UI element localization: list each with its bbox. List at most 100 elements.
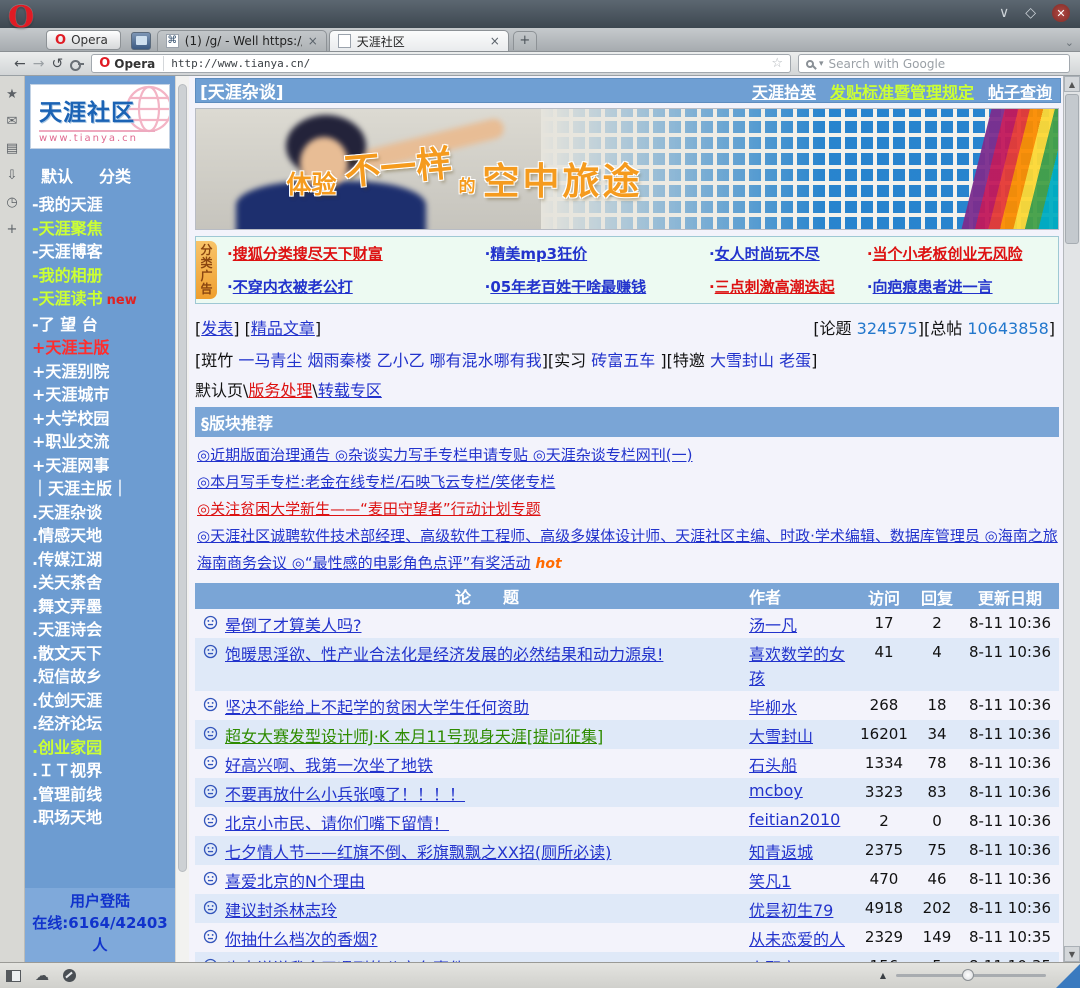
- moderator-segment[interactable]: 一马青尘: [238, 351, 302, 370]
- sidebar-item[interactable]: -我的相册: [32, 264, 175, 288]
- sidebar-item[interactable]: +大学校园: [32, 407, 175, 431]
- topic-author-link[interactable]: 石头船: [749, 752, 855, 776]
- opera-turbo-icon[interactable]: [63, 969, 76, 982]
- topic-title-link[interactable]: 也来说说我今天遇到的公交车事件: [225, 955, 749, 962]
- url-field[interactable]: OOpera http://www.tianya.cn/ ☆: [91, 54, 791, 73]
- announcement-line[interactable]: ◎天涯社区诚聘软件技术部经理、高级软件工程师、高级多媒体设计师、天涯社区主编、时…: [197, 523, 1061, 577]
- sidebar-item[interactable]: .创业家园: [32, 736, 175, 760]
- topic-title-link[interactable]: 北京小市民、请你们嘴下留情！: [225, 810, 749, 834]
- moderator-segment[interactable]: 老蛋: [779, 351, 811, 370]
- moderator-segment[interactable]: 烟雨秦楼: [307, 351, 371, 370]
- board-page-tab[interactable]: 转载专区: [318, 381, 382, 400]
- ad-banner[interactable]: 体验 不一样 的 空中旅途: [195, 108, 1059, 230]
- panel-icon[interactable]: ✉: [7, 115, 18, 129]
- panel-thumbnail-button[interactable]: [131, 32, 151, 50]
- back-button[interactable]: ←: [14, 56, 26, 72]
- ad-link[interactable]: ·当个小老板创业无风险: [867, 243, 1058, 264]
- sidebar-item[interactable]: .天涯诗会: [32, 618, 175, 642]
- publish-link[interactable]: 发表: [201, 319, 233, 338]
- topic-title-link[interactable]: 不要再放什么小兵张嘎了！！！！: [225, 781, 749, 805]
- board-header-link[interactable]: 发贴标准暨管理规定: [830, 79, 974, 103]
- topic-title-link[interactable]: 喜爱北京的N个理由: [225, 868, 749, 892]
- url-text[interactable]: http://www.tianya.cn/: [171, 57, 764, 70]
- topic-author-link[interactable]: 大雪封山: [749, 723, 855, 747]
- sidebar-item[interactable]: .管理前线: [32, 783, 175, 807]
- topic-title-link[interactable]: 饱暖思淫欲、性产业合法化是经济发展的必然结果和动力源泉!: [225, 641, 749, 665]
- sidebar-item[interactable]: +职业交流: [32, 430, 175, 454]
- opera-menu-button[interactable]: O Opera: [46, 30, 121, 50]
- topic-title-link[interactable]: 七夕情人节——红旗不倒、彩旗飘飘之XX招(厕所必读): [225, 839, 749, 863]
- sidebar-item[interactable]: .散文天下: [32, 642, 175, 666]
- topic-title-link[interactable]: 坚决不能给上不起学的贫困大学生任何资助: [225, 694, 749, 718]
- sidebar-item[interactable]: .情感天地: [32, 524, 175, 548]
- sidebar-scrollbar[interactable]: [175, 76, 189, 962]
- panel-icon[interactable]: +: [7, 223, 18, 237]
- ad-link[interactable]: ·不穿内衣被老公打: [227, 276, 485, 297]
- topic-author-link[interactable]: feitian2010: [749, 810, 855, 829]
- sidebar-item[interactable]: .传媒江湖: [32, 548, 175, 572]
- featured-posts-link[interactable]: 精品文章: [251, 319, 315, 338]
- page-scrollbar[interactable]: ▲ ▼: [1063, 76, 1080, 962]
- forward-button[interactable]: →: [33, 56, 45, 72]
- sidebar-scrollbar-thumb[interactable]: [178, 84, 187, 872]
- ad-link[interactable]: ·三点刺激高潮迭起: [709, 276, 867, 297]
- online-count-link[interactable]: 在线:6164/42403人: [32, 914, 167, 954]
- sidebar-item[interactable]: -天涯读书new: [32, 287, 175, 313]
- scroll-up-icon[interactable]: ▲: [1064, 76, 1080, 92]
- opera-unite-icon[interactable]: ☁: [35, 968, 49, 984]
- ad-link[interactable]: ·搜狐分类搜尽天下财富: [227, 243, 485, 264]
- sidebar-tab-default[interactable]: 默认: [41, 163, 73, 187]
- browser-tab[interactable]: 天涯社区 ×: [329, 30, 509, 51]
- board-header-link[interactable]: 帖子查询: [988, 79, 1052, 103]
- restore-button[interactable]: ◇: [1025, 4, 1036, 22]
- new-tab-button[interactable]: +: [513, 31, 537, 50]
- tab-close-icon[interactable]: ×: [308, 34, 318, 48]
- topic-title-link[interactable]: 好高兴啊、我第一次坐了地铁: [225, 752, 749, 776]
- moderator-segment[interactable]: 砖富五车: [591, 351, 655, 370]
- ad-link[interactable]: ·向疤痕患者进一言: [867, 276, 1058, 297]
- panel-icon[interactable]: ★: [6, 88, 18, 102]
- topic-title-link[interactable]: 建议封杀林志玲: [225, 897, 749, 921]
- topic-title-link[interactable]: 超女大赛发型设计师J·K 本月11号现身天涯[提问征集]: [225, 723, 749, 747]
- sidebar-item[interactable]: .关天茶舍: [32, 571, 175, 595]
- topic-author-link[interactable]: 从未恋爱的人: [749, 926, 855, 950]
- moderator-segment[interactable]: 乙小乙: [377, 351, 425, 370]
- panel-icon[interactable]: ◷: [6, 196, 17, 210]
- reload-button[interactable]: ↺: [51, 56, 63, 72]
- topic-author-link[interactable]: 毕柳水: [749, 694, 855, 718]
- ad-link[interactable]: ·精美mp3狂价: [485, 243, 709, 264]
- ad-link[interactable]: ·女人时尚玩不尽: [709, 243, 867, 264]
- panel-icon[interactable]: ⇩: [7, 169, 18, 183]
- topic-author-link[interactable]: 喜欢数学的女孩: [749, 641, 855, 689]
- search-input[interactable]: ▾ Search with Google: [798, 54, 1070, 73]
- moderator-segment[interactable]: [斑竹: [195, 351, 238, 370]
- sidebar-item[interactable]: .ＩＴ视界: [32, 759, 175, 783]
- announcement-line[interactable]: ◎本月写手专栏:老金在线专栏/石映飞云专栏/笑佬专栏: [197, 469, 1061, 496]
- sidebar-item[interactable]: .舞文弄墨: [32, 595, 175, 619]
- topic-title-link[interactable]: 你抽什么档次的香烟?: [225, 926, 749, 950]
- tab-close-icon[interactable]: ×: [490, 34, 500, 48]
- sidebar-item[interactable]: .仗剑天涯: [32, 689, 175, 713]
- search-engine-chevron-icon[interactable]: ▾: [819, 59, 824, 69]
- board-header-link[interactable]: 天涯拾英: [752, 79, 816, 103]
- topic-author-link[interactable]: 汤一凡: [749, 612, 855, 636]
- zoom-slider-handle[interactable]: [962, 969, 974, 981]
- key-icon[interactable]: [70, 59, 84, 68]
- topic-title-link[interactable]: 晕倒了才算美人吗?: [225, 612, 749, 636]
- tianya-logo[interactable]: 天涯社区 www.tianya.cn: [30, 84, 170, 149]
- sidebar-item[interactable]: ｜天涯主版｜: [32, 477, 175, 501]
- zoom-slider[interactable]: [896, 974, 1046, 977]
- panel-icon[interactable]: ▤: [6, 142, 18, 156]
- sidebar-item[interactable]: +天涯网事: [32, 454, 175, 478]
- bookmark-star-icon[interactable]: ☆: [771, 56, 783, 71]
- topic-author-link[interactable]: mcboy: [749, 781, 855, 800]
- close-button[interactable]: ✕: [1052, 4, 1070, 22]
- moderator-segment[interactable]: 哪有混水哪有我: [430, 351, 542, 370]
- sidebar-item[interactable]: -我的天涯: [32, 193, 175, 217]
- sidebar-tab-category[interactable]: 分类: [99, 163, 131, 187]
- announcement-line[interactable]: ◎关注贫困大学新生——“麦田守望者”行动计划专题: [197, 496, 1061, 523]
- zoom-fit-icon[interactable]: ▲: [880, 971, 886, 980]
- moderator-segment[interactable]: 大雪封山: [710, 351, 774, 370]
- minimize-button[interactable]: ∨: [999, 4, 1009, 22]
- sidebar-item[interactable]: .天涯杂谈: [32, 501, 175, 525]
